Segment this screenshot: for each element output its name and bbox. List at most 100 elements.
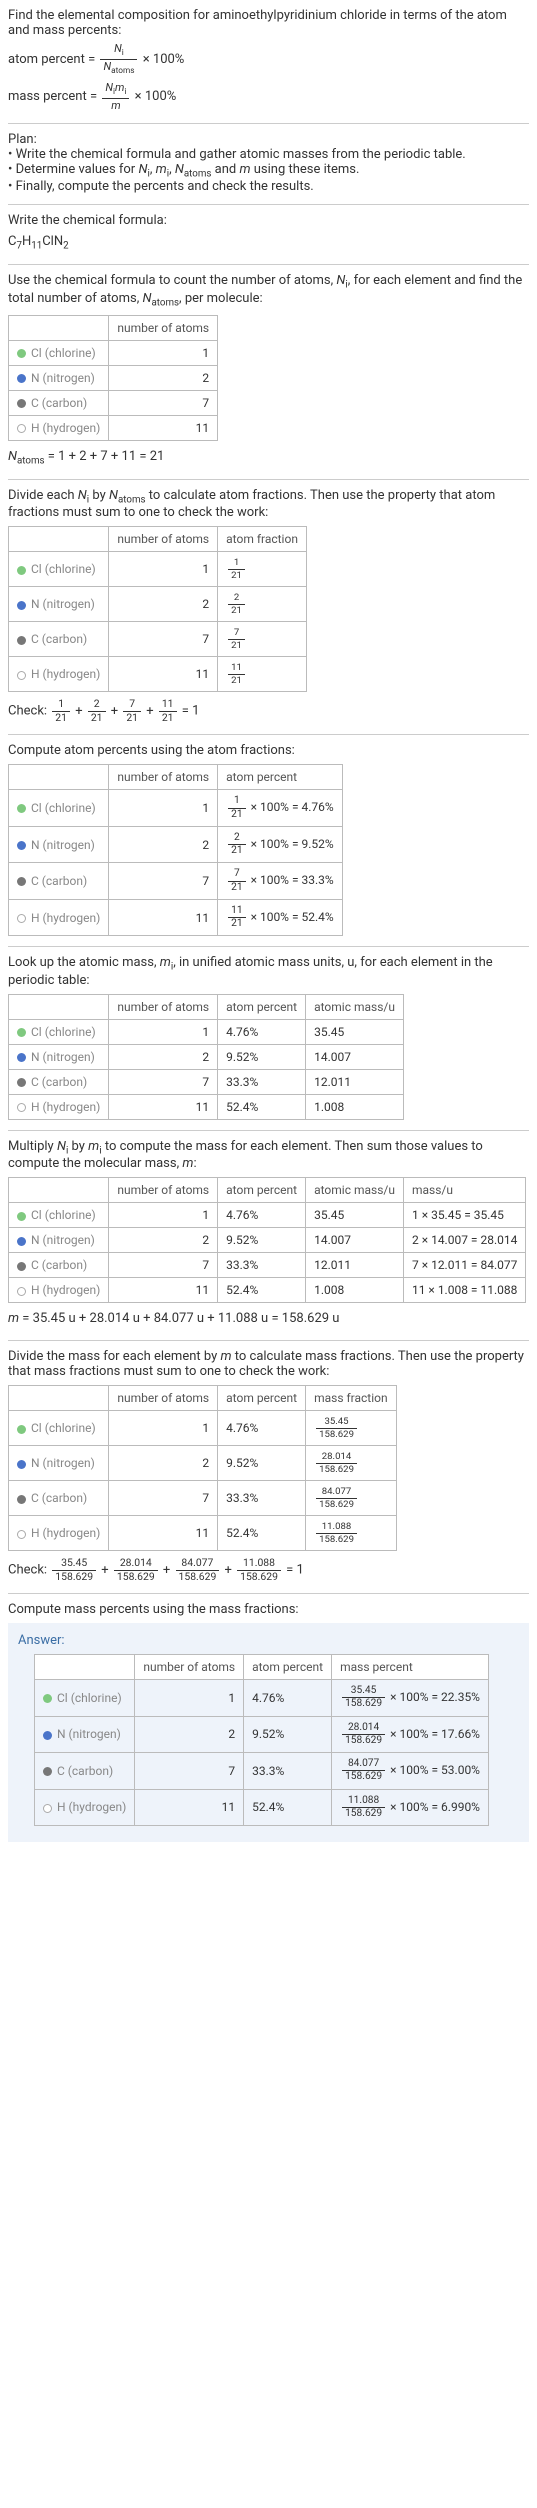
fraction: 1121 <box>228 905 245 930</box>
table-row: Cl (chlorine)1 <box>9 340 218 365</box>
table-row: C (carbon)7721 × 100% = 33.3% <box>9 863 343 899</box>
fraction: 221 <box>228 592 245 616</box>
element-label: Cl (chlorine) <box>31 1025 96 1039</box>
fraction: 28.014158.629 <box>316 1451 357 1475</box>
masspct-section: Compute mass percents using the mass fra… <box>8 1602 529 1842</box>
element-dot-icon <box>17 601 26 610</box>
element-dot-icon <box>17 566 26 575</box>
fraction: 84.077158.629 <box>176 1557 220 1583</box>
fraction: 1121 <box>228 662 245 686</box>
plan-bullet: • Write the chemical formula and gather … <box>8 147 529 162</box>
element-label: N (nitrogen) <box>31 597 95 611</box>
element-label: C (carbon) <box>31 396 87 410</box>
element-label: Cl (chlorine) <box>31 1208 96 1222</box>
table-row: N (nitrogen)29.52%28.014158.629 × 100% =… <box>35 1716 489 1752</box>
table-row: C (carbon)733.3%84.077158.629 × 100% = 5… <box>35 1753 489 1789</box>
intro-section: Find the elemental composition for amino… <box>8 8 529 113</box>
massmul-section: Multiply Ni by mi to compute the mass fo… <box>8 1139 529 1330</box>
formula-section: Write the chemical formula: C7H11ClN2 <box>8 213 529 254</box>
element-label: C (carbon) <box>31 874 87 888</box>
element-label: C (carbon) <box>31 1075 87 1089</box>
divider <box>8 734 529 735</box>
element-label: Cl (chlorine) <box>57 1691 122 1705</box>
plan-bullet: • Finally, compute the percents and chec… <box>8 179 529 194</box>
element-label: N (nitrogen) <box>57 1727 121 1741</box>
table-row: C (carbon)733.3%12.0117 × 12.011 = 84.07… <box>9 1253 526 1278</box>
element-dot-icon <box>43 1804 52 1813</box>
fraction: 721 <box>228 627 245 651</box>
atompct-text: Compute atom percents using the atom fra… <box>8 743 529 758</box>
divider <box>8 264 529 265</box>
table-row: H (hydrogen)11 <box>9 415 218 440</box>
intro-text: Find the elemental composition for amino… <box>8 8 529 38</box>
answer-box: Answer: number of atomsatom percentmass … <box>8 1623 529 1842</box>
fraction: 1121 <box>159 698 177 724</box>
masspct-table: number of atomsatom percentmass percent … <box>34 1654 489 1826</box>
table-row: Cl (chlorine)1121 <box>9 552 307 587</box>
fraction: 11.088158.629 <box>316 1521 357 1545</box>
divider <box>8 1340 529 1341</box>
element-dot-icon <box>43 1767 52 1776</box>
plan-bullet: • Determine values for Ni, mi, Natoms an… <box>8 162 529 180</box>
table-row: C (carbon)733.3%84.077158.629 <box>9 1481 397 1516</box>
element-label: N (nitrogen) <box>31 1456 95 1470</box>
element-label: H (hydrogen) <box>31 1100 100 1114</box>
fraction: 84.077158.629 <box>342 1758 385 1783</box>
element-label: H (hydrogen) <box>31 1526 100 1540</box>
element-dot-icon <box>17 1460 26 1469</box>
table-row: H (hydrogen)1152.4%11.088158.629 <box>9 1516 397 1551</box>
element-dot-icon <box>17 914 26 923</box>
massfrac-check: Check: 35.45158.629 + 28.014158.629 + 84… <box>8 1557 529 1583</box>
element-dot-icon <box>17 804 26 813</box>
atompct-table: number of atomsatom percent Cl (chlorine… <box>8 764 343 936</box>
fraction: 35.45158.629 <box>316 1416 357 1440</box>
element-label: H (hydrogen) <box>57 1800 126 1814</box>
table-row: Cl (chlorine)14.76%35.451 × 35.45 = 35.4… <box>9 1203 526 1228</box>
answer-heading: Answer: <box>18 1633 519 1648</box>
element-label: H (hydrogen) <box>31 667 100 681</box>
plan-heading: Plan: <box>8 132 529 147</box>
element-label: N (nitrogen) <box>31 1050 95 1064</box>
element-label: C (carbon) <box>31 632 87 646</box>
element-dot-icon <box>17 1028 26 1037</box>
element-dot-icon <box>17 1078 26 1087</box>
massfrac-text: Divide the mass for each element by m to… <box>8 1349 529 1379</box>
fraction: 11.088158.629 <box>237 1557 281 1583</box>
table-row: C (carbon)7 <box>9 390 218 415</box>
mass-table: number of atomsatom percentatomic mass/u… <box>8 994 404 1120</box>
element-label: H (hydrogen) <box>31 1283 100 1297</box>
plan-section: Plan: • Write the chemical formula and g… <box>8 132 529 195</box>
masspct-text: Compute mass percents using the mass fra… <box>8 1602 529 1617</box>
element-dot-icon <box>17 1237 26 1246</box>
table-row: C (carbon)7721 <box>9 622 307 657</box>
table-row: Cl (chlorine)14.76%35.45 <box>9 1019 404 1044</box>
element-dot-icon <box>17 399 26 408</box>
table-row: N (nitrogen)2 <box>9 365 218 390</box>
fraction: 11.088158.629 <box>342 1795 385 1820</box>
fraction: 84.077158.629 <box>316 1486 357 1510</box>
element-dot-icon <box>17 636 26 645</box>
element-label: Cl (chlorine) <box>31 801 96 815</box>
molecular-mass-sum: m = 35.45 u + 28.014 u + 84.077 u + 11.0… <box>8 1309 529 1330</box>
element-dot-icon <box>43 1731 52 1740</box>
atomfrac-table: number of atomsatom fraction Cl (chlorin… <box>8 526 307 692</box>
element-dot-icon <box>17 1287 26 1296</box>
element-label: H (hydrogen) <box>31 911 100 925</box>
formula-heading: Write the chemical formula: <box>8 213 529 228</box>
fraction: 221 <box>228 832 245 857</box>
element-dot-icon <box>17 1495 26 1504</box>
element-dot-icon <box>17 349 26 358</box>
element-dot-icon <box>17 877 26 886</box>
fraction: 28.014158.629 <box>114 1557 158 1583</box>
atomfrac-text: Divide each Ni by Natoms to calculate at… <box>8 488 529 521</box>
atom-percent-formula: atom percent = Ni Natoms × 100% <box>8 42 529 77</box>
mass-text: Look up the atomic mass, mi, in unified … <box>8 955 529 988</box>
table-row: H (hydrogen)111121 × 100% = 52.4% <box>9 899 343 935</box>
count-section: Use the chemical formula to count the nu… <box>8 273 529 468</box>
table-row: N (nitrogen)2221 × 100% = 9.52% <box>9 826 343 862</box>
atompct-section: Compute atom percents using the atom fra… <box>8 743 529 936</box>
element-dot-icon <box>17 1262 26 1271</box>
fraction: Nimi m <box>102 81 129 112</box>
table-row: Cl (chlorine)14.76%35.45158.629 × 100% =… <box>35 1680 489 1716</box>
massfrac-table: number of atomsatom percentmass fraction… <box>8 1385 397 1551</box>
